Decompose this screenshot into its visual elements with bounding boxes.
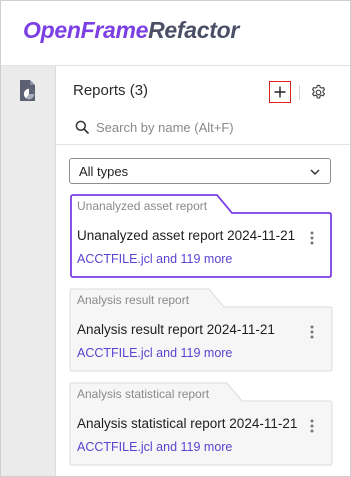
add-report-button[interactable]: [269, 81, 291, 103]
reports-nav-button[interactable]: [15, 77, 41, 105]
logo-product: Refactor: [148, 17, 240, 43]
chevron-down-icon: [310, 169, 320, 176]
logo-brand: OpenFrame: [23, 17, 149, 43]
reports-panel: Reports (3) Al: [56, 66, 350, 476]
report-title: Unanalyzed asset report 2024-11-21: [77, 228, 296, 243]
search-bar: [56, 114, 350, 145]
plus-icon: [274, 86, 286, 98]
report-card[interactable]: Analysis statistical report Analysis sta…: [69, 382, 333, 469]
report-files-link[interactable]: ACCTFILE.jcl and 119 more: [77, 252, 232, 266]
search-input[interactable]: [96, 116, 336, 138]
app-header: OpenFrameRefactor: [1, 1, 350, 66]
more-vertical-icon: [310, 325, 314, 339]
report-type-label: Analysis statistical report: [77, 387, 210, 401]
report-files-link[interactable]: ACCTFILE.jcl and 119 more: [77, 346, 232, 360]
report-menu-button[interactable]: [308, 418, 316, 434]
more-vertical-icon: [310, 419, 314, 433]
panel-title-label: Reports: [73, 82, 126, 99]
report-document-icon: [20, 80, 35, 101]
app-window: OpenFrameRefactor Reports (3) Search by …: [0, 0, 351, 477]
app-logo: OpenFrameRefactor: [23, 17, 239, 44]
report-title: Analysis result report 2024-11-21: [77, 322, 275, 337]
report-type-label: Unanalyzed asset report: [77, 199, 208, 213]
gear-icon: [311, 84, 325, 98]
report-type-label: Analysis result report: [77, 293, 190, 307]
panel-header: Reports (3): [56, 66, 350, 116]
report-menu-button[interactable]: [308, 230, 316, 246]
left-rail: [1, 66, 56, 476]
toolbar-divider: [299, 85, 300, 100]
report-title: Analysis statistical report 2024-11-21: [77, 416, 298, 431]
report-menu-button[interactable]: [308, 324, 316, 340]
panel-title: Reports (3): [73, 82, 148, 99]
report-count: (3): [129, 82, 149, 99]
search-icon: [75, 120, 89, 134]
report-files-link[interactable]: ACCTFILE.jcl and 119 more: [77, 440, 232, 454]
more-vertical-icon: [310, 231, 314, 245]
report-card[interactable]: Analysis result report Analysis result r…: [69, 288, 333, 375]
report-type-select[interactable]: All types: [69, 158, 331, 184]
settings-button[interactable]: [308, 82, 328, 102]
report-card[interactable]: Unanalyzed asset report Unanalyzed asset…: [69, 194, 332, 281]
report-type-value: All types: [79, 164, 129, 179]
